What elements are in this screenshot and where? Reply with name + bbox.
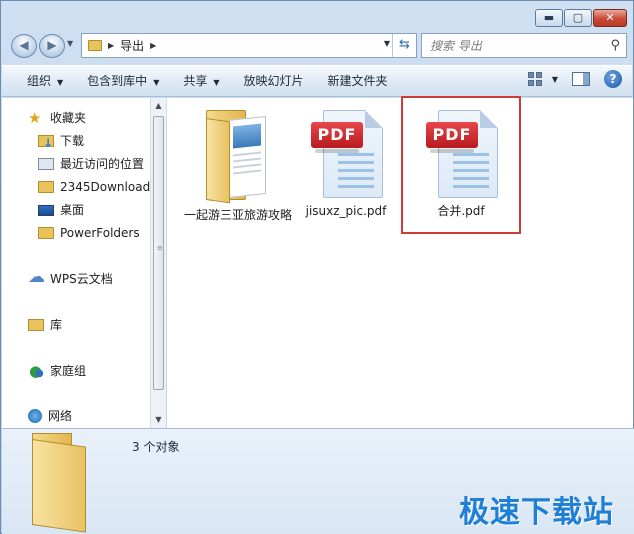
minimize-button[interactable]: ▬ [535, 9, 563, 27]
slideshow-button[interactable]: 放映幻灯片 [234, 69, 314, 93]
network-icon [28, 409, 42, 423]
nav-item-libraries[interactable]: 库 [28, 314, 62, 336]
recent-pages-dropdown[interactable]: ▼ [67, 39, 73, 48]
nav-label: 最近访问的位置 [60, 157, 145, 171]
scroll-down-arrow-icon[interactable]: ▼ [151, 412, 166, 428]
arrow-left-icon: ◀ [19, 38, 29, 52]
nav-item-favorites[interactable]: 收藏夹 [28, 107, 86, 129]
pdf-file-icon: PDF [311, 110, 383, 198]
maximize-icon: ▢ [572, 11, 584, 24]
organize-label: 组织 [27, 74, 52, 88]
homegroup-icon [28, 360, 44, 385]
search-icon[interactable]: ⚲ [610, 38, 620, 53]
nav-label: 库 [50, 318, 63, 332]
scroll-thumb[interactable]: ≡ [153, 116, 164, 390]
search-input[interactable] [430, 35, 600, 57]
nav-label: 2345Downloads [60, 180, 150, 194]
file-name: 一起游三亚旅游攻略 [183, 208, 292, 222]
nav-label: 下载 [60, 134, 85, 148]
nav-item-wps-cloud[interactable]: WPS云文档 [28, 266, 113, 290]
chevron-down-icon: ▼ [153, 78, 160, 87]
nav-item-downloads[interactable]: 下载 [38, 130, 85, 154]
nav-label: 网络 [48, 409, 73, 423]
caption-buttons: ▬ ▢ ✕ [534, 9, 627, 27]
recent-places-icon [38, 158, 54, 170]
chevron-right-icon[interactable]: ▶ [150, 41, 156, 50]
minimize-icon: ▬ [543, 11, 555, 24]
file-name: 合并.pdf [437, 204, 485, 218]
chevron-right-icon[interactable]: ▶ [108, 41, 114, 50]
refresh-button[interactable]: ⇆ [392, 34, 416, 57]
search-box: ⚲ [421, 33, 627, 58]
include-library-label: 包含到库中 [87, 74, 148, 88]
scroll-up-arrow-icon[interactable]: ▲ [151, 98, 166, 114]
organize-menu[interactable]: 组织 ▼ [17, 69, 73, 93]
back-button[interactable]: ◀ [11, 34, 37, 58]
file-item-folder[interactable]: 一起游三亚旅游攻略 [183, 104, 293, 223]
breadcrumb-item[interactable]: 导出 [120, 37, 144, 54]
nav-label: 桌面 [60, 203, 85, 217]
file-item-merged-pdf[interactable]: PDF 合并.pdf [401, 96, 521, 234]
forward-button[interactable]: ▶ [39, 34, 65, 58]
site-watermark: 极速下载站 [459, 495, 614, 530]
nav-item-homegroup[interactable]: 家庭组 [28, 360, 87, 385]
nav-item-recent-places[interactable]: 最近访问的位置 [38, 153, 144, 175]
file-name: jisuxz_pic.pdf [305, 204, 387, 218]
file-item-pdf[interactable]: PDF jisuxz_pic.pdf [291, 104, 401, 219]
include-library-menu[interactable]: 包含到库中 ▼ [77, 69, 169, 93]
grip-icon: ≡ [157, 244, 163, 252]
file-list: 一起游三亚旅游攻略 PDF jisuxz_pic.pdf PDF 合并.pdf [167, 96, 633, 428]
folder-icon [88, 40, 102, 51]
pdf-badge: PDF [311, 122, 363, 153]
view-options-dropdown[interactable]: ▼ [552, 75, 558, 84]
change-view-icon[interactable] [527, 72, 544, 86]
nav-item-2345downloads[interactable]: 2345Downloads [38, 176, 150, 198]
new-folder-button[interactable]: 新建文件夹 [318, 69, 398, 93]
details-pane: 3 个对象 极速下载站 [2, 428, 634, 534]
star-icon [28, 107, 44, 129]
explorer-window: ▬ ▢ ✕ ◀ ▶ ▼ ▶ 导出 ▶ ▼ ⇆ ⚲ 组织 ▼ 包含到库中 ▼ 共享 ▼ … [0, 0, 634, 534]
close-button[interactable]: ✕ [593, 9, 627, 27]
downloads-folder-icon [38, 132, 54, 154]
address-row: ◀ ▶ ▼ ▶ 导出 ▶ ▼ ⇆ ⚲ [9, 33, 627, 59]
nav-label: PowerFolders [60, 226, 140, 240]
share-menu[interactable]: 共享 ▼ [173, 69, 229, 93]
item-count: 3 个对象 [132, 440, 180, 454]
nav-item-powerfolders[interactable]: PowerFolders [38, 222, 140, 244]
folder-icon [32, 433, 92, 533]
library-icon [28, 319, 44, 331]
cloud-icon [28, 266, 45, 288]
nav-item-desktop[interactable]: 桌面 [38, 199, 84, 221]
help-icon[interactable]: ? [604, 70, 622, 88]
folder-with-document-icon [202, 110, 274, 204]
arrow-right-icon: ▶ [47, 38, 57, 52]
view-controls: ▼ ? [527, 70, 622, 88]
command-bar: 组织 ▼ 包含到库中 ▼ 共享 ▼ 放映幻灯片 新建文件夹 ▼ ? [2, 65, 632, 97]
address-bar[interactable]: ▶ 导出 ▶ ▼ ⇆ [81, 33, 417, 58]
desktop-icon [38, 204, 54, 216]
address-history-dropdown[interactable]: ▼ [384, 39, 390, 48]
close-icon: ✕ [605, 11, 615, 24]
chevron-down-icon: ▼ [213, 78, 220, 87]
nav-item-network[interactable]: 网络 [28, 405, 72, 427]
nav-label: 家庭组 [50, 364, 87, 378]
pdf-file-icon: PDF [426, 110, 498, 198]
folder-icon [38, 227, 54, 239]
nav-scrollbar[interactable]: ▲ ≡ ▼ [150, 98, 166, 428]
share-label: 共享 [183, 74, 208, 88]
chevron-down-icon: ▼ [57, 78, 64, 87]
nav-label: WPS云文档 [50, 272, 113, 286]
pdf-badge: PDF [426, 122, 478, 153]
folder-icon [38, 181, 54, 193]
navigation-pane: 收藏夹 下载 最近访问的位置 2345Downloads 桌面 PowerFol… [2, 98, 150, 428]
preview-pane-icon[interactable] [572, 72, 590, 86]
nav-label: 收藏夹 [50, 111, 87, 125]
maximize-button[interactable]: ▢ [564, 9, 592, 27]
